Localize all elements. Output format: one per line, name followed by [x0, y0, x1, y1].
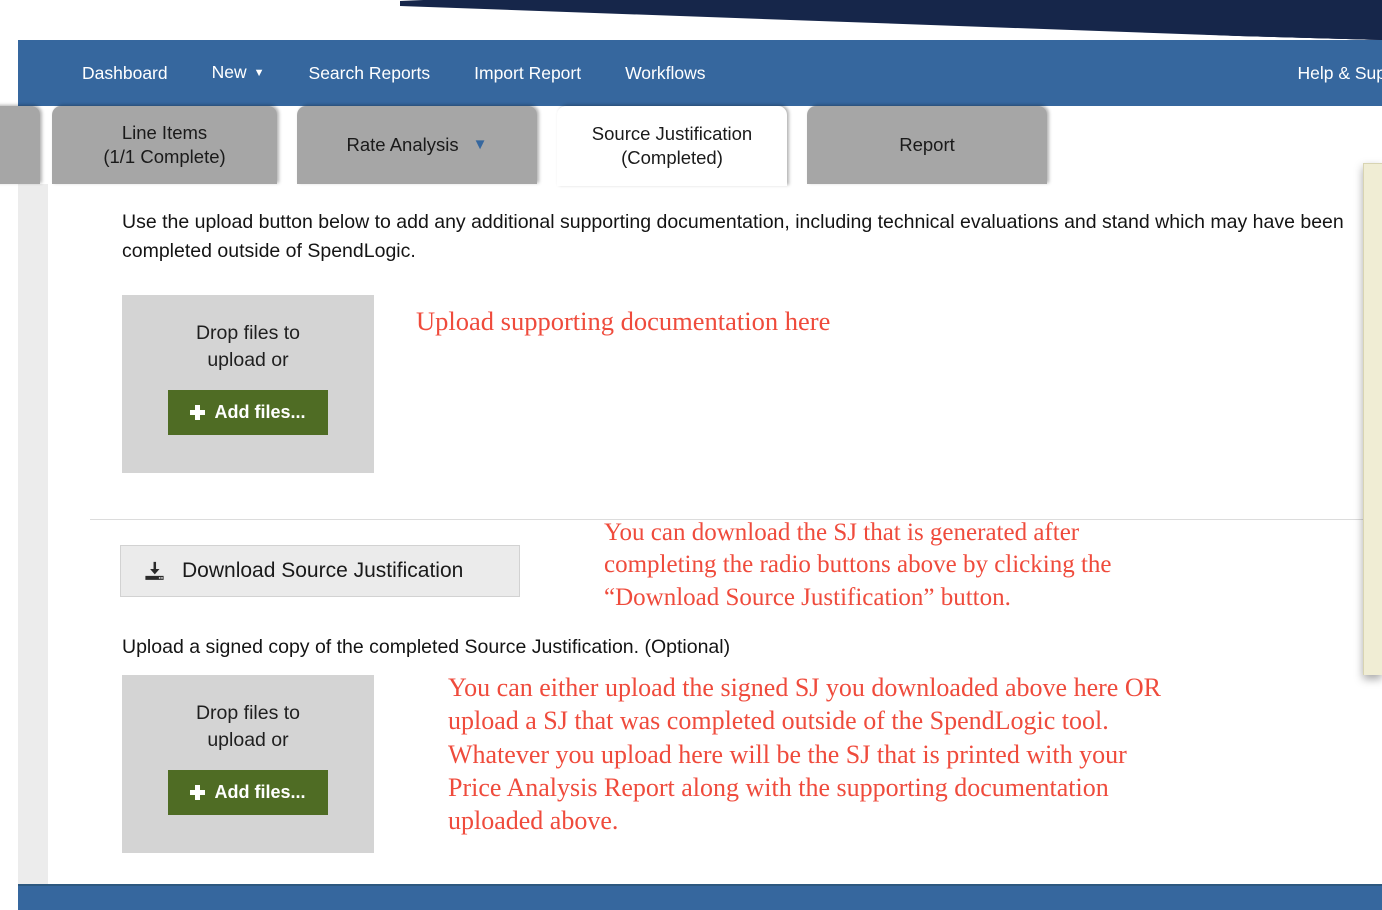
nav-item-workflows-label: Workflows: [625, 63, 706, 83]
download-icon: [145, 561, 164, 580]
left-rail: [18, 184, 48, 884]
plus-icon: [190, 784, 206, 800]
nav-item-dashboard-label: Dashboard: [82, 63, 168, 83]
download-source-justification-button[interactable]: Download Source Justification: [120, 545, 520, 597]
nav-item-new-label: New: [211, 62, 247, 83]
tab-rate-analysis-label: Rate Analysis: [346, 134, 459, 156]
nav-item-dashboard[interactable]: Dashboard: [60, 40, 190, 106]
supporting-docs-dropzone[interactable]: Drop files to upload or Add files...: [122, 295, 374, 473]
nav-item-workflows[interactable]: Workflows: [603, 40, 727, 106]
nav-item-help-and-support-label: Help & Sup: [1297, 63, 1382, 83]
nav-items: Dashboard New ▼ Search Reports Import Rep…: [60, 40, 728, 106]
tab-line-items-label: Line Items (1/1 Complete): [103, 122, 226, 167]
signed-copy-label: Upload a signed copy of the completed So…: [122, 636, 731, 658]
nav-item-import-report-label: Import Report: [474, 63, 582, 83]
add-files-button[interactable]: Add files...: [168, 769, 328, 815]
add-files-button-label: Add files...: [214, 401, 306, 422]
workflow-tabstrip: Line Items (1/1 Complete) Rate Analysis ▼…: [0, 106, 1382, 186]
tab-line-items[interactable]: Line Items (1/1 Complete): [52, 106, 277, 184]
plus-icon: [190, 404, 206, 420]
nav-item-new[interactable]: New ▼: [190, 39, 287, 106]
navy-banner: [0, 0, 1382, 40]
add-files-button-label: Add files...: [214, 781, 306, 802]
tab-rate-analysis[interactable]: Rate Analysis ▼: [297, 106, 537, 184]
chevron-down-icon: ▼: [472, 136, 488, 154]
main-navbar: Dashboard New ▼ Search Reports Import Rep…: [18, 40, 1382, 106]
signed-sj-dropzone[interactable]: Drop files to upload or Add files...: [122, 675, 374, 853]
tab-source-justification-label: Source Justification (Completed): [591, 123, 753, 168]
nav-right-group: Help & Sup: [1275, 40, 1382, 106]
dropzone-prompt: Drop files to upload or: [195, 322, 301, 371]
tab-report-label: Report: [899, 134, 955, 156]
tab-partial-offscreen[interactable]: [0, 106, 40, 184]
nav-item-import-report[interactable]: Import Report: [452, 40, 603, 106]
chevron-down-icon: ▼: [253, 66, 265, 79]
source-justification-panel: Use the upload button below to add any a…: [48, 184, 1382, 884]
side-panel-overlay[interactable]: [1363, 163, 1382, 675]
tab-source-justification[interactable]: Source Justification (Completed): [557, 106, 787, 186]
dropzone-prompt: Drop files to upload or: [195, 702, 301, 751]
page-body: Use the upload button below to add any a…: [0, 184, 1382, 910]
nav-item-search-reports-label: Search Reports: [308, 63, 431, 83]
tab-report[interactable]: Report: [807, 106, 1047, 184]
intro-text: Use the upload button below to add any a…: [122, 211, 1344, 262]
annotation-upload-supporting-docs: Upload supporting documentation here: [416, 306, 831, 336]
footer-bar: [18, 884, 1382, 910]
add-files-button[interactable]: Add files...: [168, 389, 328, 435]
annotation-download-sj: You can download the SJ that is generate…: [604, 519, 1112, 611]
nav-item-help-and-support[interactable]: Help & Sup: [1275, 40, 1382, 106]
download-source-justification-label: Download Source Justification: [182, 559, 464, 582]
nav-item-search-reports[interactable]: Search Reports: [287, 40, 453, 106]
annotation-signed-sj-upload: You can either upload the signed SJ you …: [448, 673, 1161, 836]
